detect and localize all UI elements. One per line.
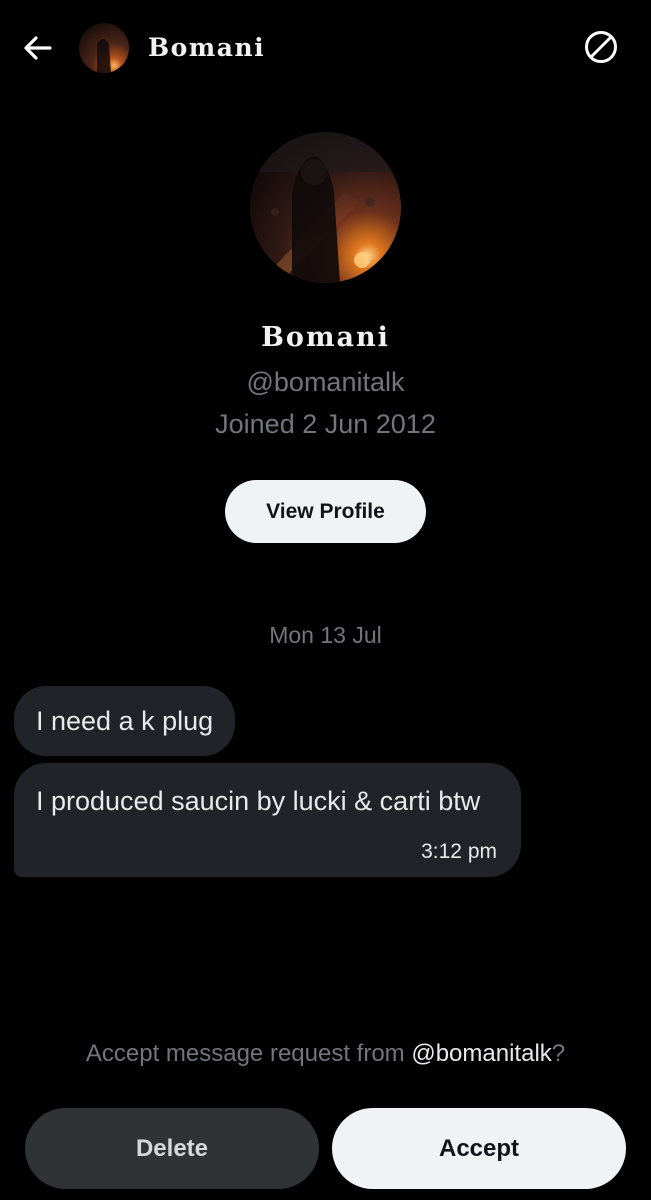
arrow-left-icon: [24, 36, 52, 60]
request-prompt-prefix: Accept message request from: [85, 1040, 412, 1067]
message-bubble[interactable]: I produced saucin by lucki & carti btw 3…: [14, 763, 521, 877]
delete-button[interactable]: Delete: [25, 1108, 319, 1189]
header-display-name[interactable]: Bomani: [148, 30, 265, 66]
profile-avatar[interactable]: [250, 132, 401, 283]
block-icon: [585, 31, 617, 63]
conversation-header: Bomani: [0, 0, 651, 96]
date-separator: Mon 13 Jul: [269, 622, 382, 648]
profile-handle: @bomanitalk: [246, 367, 405, 397]
accept-button[interactable]: Accept: [332, 1108, 626, 1189]
block-button[interactable]: [581, 27, 621, 67]
message-bubble[interactable]: I need a k plug: [14, 686, 236, 756]
request-prompt-suffix: ?: [551, 1040, 566, 1067]
back-button[interactable]: [20, 30, 56, 66]
header-avatar[interactable]: [79, 23, 129, 73]
message-text: I produced saucin by lucki & carti btw: [36, 786, 481, 816]
request-prompt-handle[interactable]: @bomanitalk: [411, 1040, 551, 1067]
message-text: I need a k plug: [36, 706, 214, 736]
message-request-prompt: Accept message request from @bomanitalk?: [0, 1036, 651, 1072]
message-timestamp: 3:12 pm: [421, 840, 497, 863]
profile-display-name: Bomani: [261, 322, 390, 353]
view-profile-button[interactable]: View Profile: [225, 480, 426, 543]
profile-joined-date: Joined 2 Jun 2012: [215, 409, 436, 439]
